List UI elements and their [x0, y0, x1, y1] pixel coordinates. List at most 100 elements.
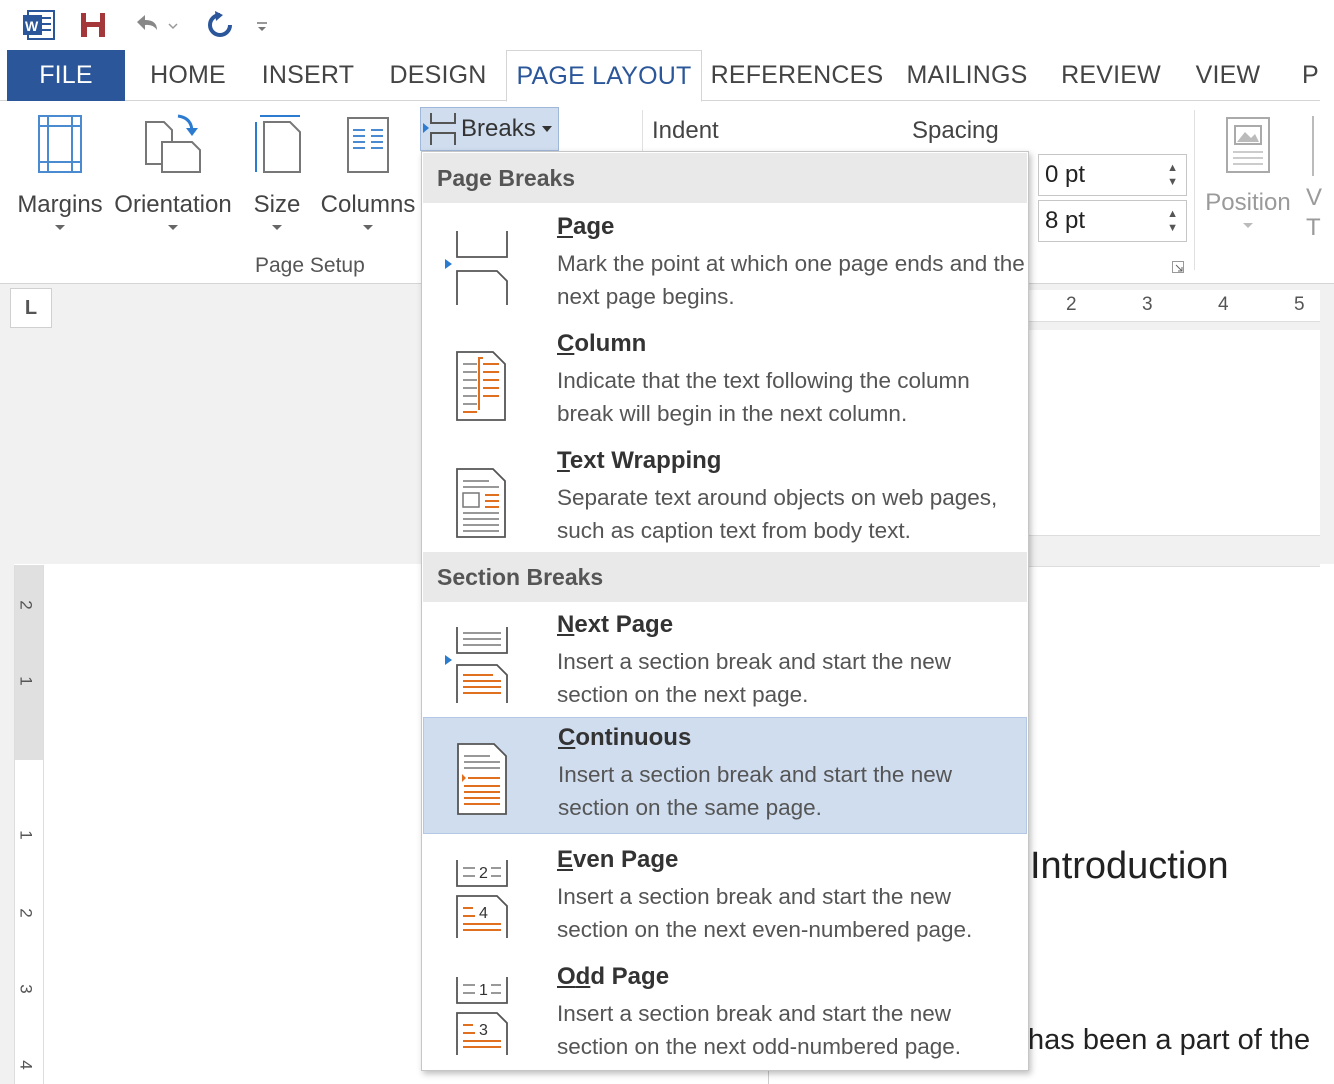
menu-item-continuous[interactable]: Continuous Insert a section break and st…: [423, 717, 1027, 834]
breaks-dropdown-menu: Page Breaks Page Mark the point at which…: [421, 151, 1029, 1071]
menu-item-description: Insert a section break and start the new…: [557, 1001, 962, 1059]
ruler-tick: 1: [16, 830, 36, 840]
even-icon-number-bottom: 4: [479, 905, 488, 922]
ruler-tick: 3: [16, 984, 36, 994]
chevron-down-icon: [541, 126, 552, 132]
spacing-after-value: 8 pt: [1045, 207, 1086, 234]
wrap-text-label-bottom: T: [1306, 214, 1321, 241]
tab-review[interactable]: REVIEW: [1052, 50, 1170, 101]
ruler-tick: 3: [1142, 294, 1153, 315]
odd-page-break-icon: 1 3: [456, 977, 508, 1055]
ruler-tick: 5: [1294, 294, 1305, 315]
margins-label: Margins: [17, 191, 103, 218]
chevron-down-icon: [363, 225, 373, 230]
ruler-tick: 1: [16, 676, 36, 686]
dialog-launcher-icon[interactable]: [1172, 260, 1184, 273]
wrap-text-icon: [1312, 116, 1320, 176]
spinner-arrows-icon[interactable]: ▲ ▼: [1167, 207, 1178, 235]
even-icon-number-top: 2: [479, 865, 488, 882]
menu-item-column[interactable]: Column Indicate that the text following …: [423, 324, 1027, 441]
size-button[interactable]: Size: [244, 112, 310, 230]
breaks-button[interactable]: Breaks: [420, 107, 559, 151]
menu-item-title: Continuous: [558, 724, 692, 751]
page-setup-group-label: Page Setup: [255, 254, 365, 277]
save-icon[interactable]: [74, 8, 112, 42]
size-label: Size: [253, 191, 301, 218]
menu-item-text-wrapping[interactable]: Text Wrapping Separate text around objec…: [423, 441, 1027, 558]
tab-view[interactable]: VIEW: [1184, 50, 1272, 101]
ruler-tick: 4: [1218, 294, 1229, 315]
customize-qat-icon[interactable]: [252, 8, 272, 42]
document-body-text[interactable]: has been a part of the: [1028, 1024, 1310, 1057]
spacing-before-field[interactable]: 0 pt ▲ ▼: [1038, 154, 1187, 196]
menu-item-title: Page: [557, 213, 615, 240]
text-wrapping-icon: [456, 468, 506, 538]
page-gap: [1028, 535, 1320, 567]
quick-access-toolbar: W: [0, 0, 1334, 50]
vertical-ruler[interactable]: 2 1 1 2 3 4: [14, 565, 44, 1084]
ruler-tick: 2: [16, 600, 36, 610]
menu-item-description: Mark the point at which one page ends an…: [557, 251, 1025, 309]
tab-file[interactable]: FILE: [7, 50, 125, 101]
undo-icon[interactable]: [128, 8, 182, 42]
odd-icon-number-top: 1: [479, 982, 488, 999]
horizontal-ruler[interactable]: 2 3 4 5: [1028, 290, 1320, 322]
breaks-label: Breaks: [461, 115, 536, 142]
menu-item-description: Indicate that the text following the col…: [557, 368, 970, 426]
menu-item-title: Next Page: [557, 611, 674, 638]
chevron-down-icon: [55, 225, 65, 230]
columns-icon: [347, 117, 389, 173]
continuous-break-icon: [457, 743, 507, 815]
ruler-tick: 4: [16, 1060, 36, 1070]
size-icon: [255, 115, 301, 173]
spacing-before-value: 0 pt: [1045, 161, 1086, 188]
spacing-label: Spacing: [912, 117, 999, 144]
orientation-icon: [145, 114, 201, 173]
breaks-icon: [423, 113, 456, 145]
ribbon-tabs: FILE HOME INSERT DESIGN PAGE LAYOUT REFE…: [0, 50, 1334, 102]
menu-item-page[interactable]: Page Mark the point at which one page en…: [423, 207, 1027, 324]
indent-label: Indent: [652, 117, 719, 144]
tab-selector[interactable]: L: [10, 288, 52, 328]
tab-design[interactable]: DESIGN: [380, 50, 496, 101]
chevron-down-icon: [168, 225, 178, 230]
columns-button[interactable]: Columns: [318, 112, 418, 230]
position-button[interactable]: Position: [1202, 114, 1294, 228]
redo-icon[interactable]: [200, 8, 240, 42]
menu-item-description: Insert a section break and start the new…: [557, 884, 973, 942]
ruler-tick: 2: [1066, 294, 1077, 315]
orientation-label: Orientation: [114, 191, 232, 218]
menu-item-next-page[interactable]: Next Page Insert a section break and sta…: [423, 605, 1027, 722]
menu-item-odd-page[interactable]: 1 3 Odd Page Insert a section break and …: [423, 957, 1027, 1074]
left-margin: [0, 564, 14, 1084]
menu-item-description: Insert a section break and start the new…: [558, 762, 952, 820]
tab-page-layout[interactable]: PAGE LAYOUT: [506, 50, 702, 102]
tab-partial[interactable]: P: [1290, 50, 1330, 101]
section-breaks-header: Section Breaks: [423, 552, 1027, 602]
page-top: [1028, 330, 1320, 535]
menu-item-description: Separate text around objects on web page…: [557, 485, 998, 543]
margins-button[interactable]: Margins: [10, 112, 110, 230]
chevron-down-icon: [1243, 223, 1253, 228]
tab-insert[interactable]: INSERT: [252, 50, 364, 101]
spinner-arrows-icon[interactable]: ▲ ▼: [1167, 161, 1178, 189]
page-breaks-header: Page Breaks: [423, 153, 1027, 203]
tab-home[interactable]: HOME: [130, 50, 246, 101]
menu-item-title: Odd Page: [557, 963, 670, 990]
next-page-break-icon: [445, 627, 508, 703]
odd-icon-number-bottom: 3: [479, 1022, 488, 1039]
orientation-button[interactable]: Orientation: [112, 112, 234, 230]
tab-mailings[interactable]: MAILINGS: [896, 50, 1038, 101]
position-label: Position: [1205, 189, 1291, 216]
vertical-ruler-margin: [15, 565, 43, 760]
wrap-text-label-top: V: [1306, 184, 1323, 211]
margins-icon: [38, 115, 82, 173]
document-heading[interactable]: Introduction: [1030, 845, 1229, 888]
tab-references[interactable]: REFERENCES: [711, 50, 884, 101]
spacing-after-field[interactable]: 8 pt ▲ ▼: [1038, 200, 1187, 242]
word-icon[interactable]: W: [20, 8, 58, 42]
menu-item-even-page[interactable]: 2 4 Even Page Insert a section break and…: [423, 840, 1027, 957]
menu-item-description: Insert a section break and start the new…: [557, 649, 951, 707]
even-page-break-icon: 2 4: [456, 860, 508, 938]
chevron-down-icon: [272, 225, 282, 230]
